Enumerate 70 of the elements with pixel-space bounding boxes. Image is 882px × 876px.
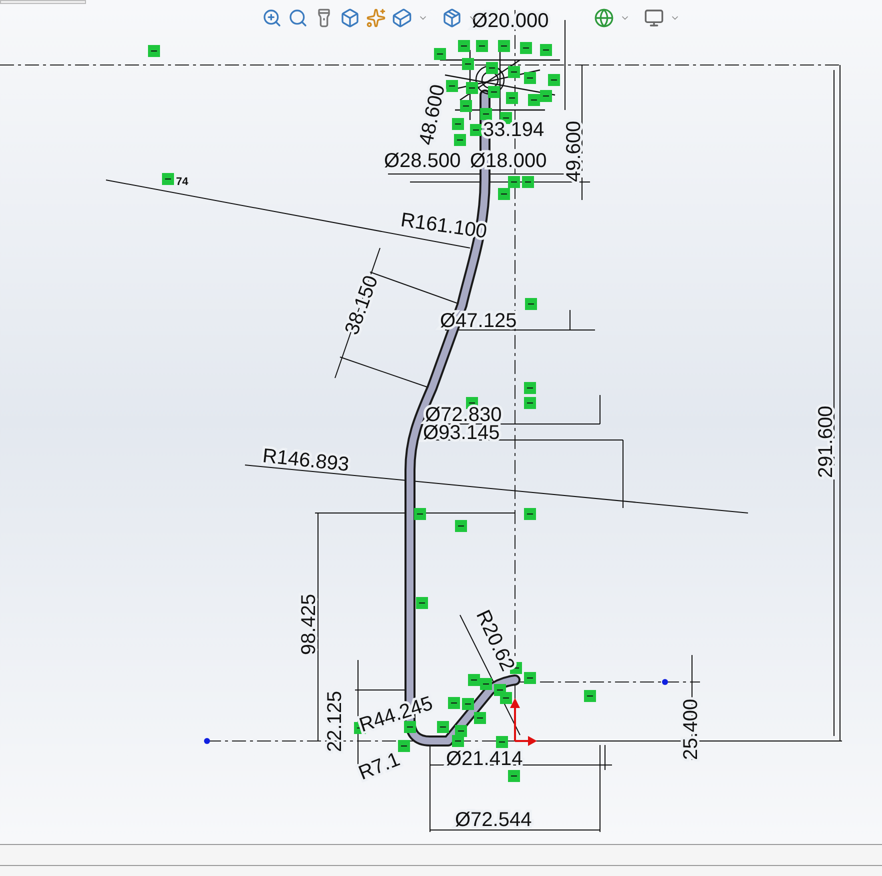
dimension-text[interactable]: 49.600 xyxy=(563,120,585,182)
constraint-icon[interactable] xyxy=(524,382,536,394)
constraint-icon[interactable] xyxy=(498,40,510,52)
constraint-icon[interactable] xyxy=(452,118,464,130)
dimension-text[interactable]: Ø20.000 xyxy=(472,10,549,32)
dimension-text[interactable]: R146.893 xyxy=(261,445,350,476)
constraint-icon[interactable] xyxy=(488,86,500,98)
point-label: 74 xyxy=(176,176,188,188)
constraint-icon[interactable] xyxy=(398,740,410,752)
sketch-point-icon[interactable] xyxy=(662,679,668,685)
constraint-icon[interactable] xyxy=(524,508,536,520)
dimension-text[interactable]: Ø28.500 xyxy=(384,150,461,172)
constraint-icon[interactable] xyxy=(525,298,537,310)
constraint-icon[interactable] xyxy=(584,690,596,702)
constraint-icon[interactable] xyxy=(480,678,492,690)
constraint-icon[interactable] xyxy=(437,721,449,733)
cube-icon[interactable] xyxy=(392,8,412,28)
constraint-icon[interactable] xyxy=(506,92,518,104)
constraint-icon[interactable] xyxy=(508,770,520,782)
constraint-icon[interactable] xyxy=(500,692,512,704)
constraint-icon[interactable] xyxy=(460,100,472,112)
constraint-icon[interactable] xyxy=(434,48,446,60)
dimension-text[interactable]: 22.125 xyxy=(324,690,346,752)
constraint-icon[interactable] xyxy=(524,397,536,409)
constraint-icon[interactable] xyxy=(452,735,464,747)
sketch-point-icon[interactable] xyxy=(204,738,210,744)
constraint-icon[interactable] xyxy=(446,80,458,92)
dimension-text[interactable]: R161.100 xyxy=(399,209,488,244)
globe-icon[interactable] xyxy=(594,8,614,28)
dimension-text[interactable]: 48.600 xyxy=(415,82,450,148)
constraint-icon[interactable] xyxy=(454,134,466,146)
sparkle-icon[interactable] xyxy=(366,8,386,28)
constraint-icon[interactable] xyxy=(414,508,426,520)
constraint-icon[interactable] xyxy=(498,188,510,200)
constraint-icon[interactable] xyxy=(474,712,486,724)
constraint-icon[interactable] xyxy=(520,42,532,54)
constraint-icon[interactable] xyxy=(496,736,508,748)
constraint-icon[interactable] xyxy=(540,44,552,56)
constraint-icon[interactable] xyxy=(448,697,460,709)
constraint-icon[interactable] xyxy=(468,674,480,686)
dimension-text[interactable]: 291.600 xyxy=(815,406,837,478)
constraint-icon[interactable] xyxy=(466,82,478,94)
zoom-icon[interactable] xyxy=(262,8,282,28)
constraint-icon[interactable] xyxy=(508,176,520,188)
constraint-icon[interactable] xyxy=(480,108,492,120)
constraint-icon[interactable] xyxy=(548,74,560,86)
constraint-icon[interactable] xyxy=(462,58,474,70)
constraint-icon[interactable] xyxy=(486,62,498,74)
dimension-text[interactable]: Ø72.544 xyxy=(455,809,532,831)
constraint-icon[interactable] xyxy=(162,173,174,185)
constraint-icon[interactable] xyxy=(508,66,520,78)
constraint-icon[interactable] xyxy=(522,176,534,188)
constraint-icon[interactable] xyxy=(404,721,416,733)
constraint-icon[interactable] xyxy=(148,45,160,57)
constraint-icon[interactable] xyxy=(476,40,488,52)
constraint-icon[interactable] xyxy=(455,520,467,532)
dimension-text[interactable]: 98.425 xyxy=(298,594,320,655)
constraint-icon[interactable] xyxy=(462,698,474,710)
constraint-icon[interactable] xyxy=(524,72,536,84)
monitor-icon[interactable] xyxy=(644,8,664,28)
constraint-icon[interactable] xyxy=(470,124,482,136)
constraint-icon[interactable] xyxy=(458,40,470,52)
constraint-icon[interactable] xyxy=(416,597,428,609)
zoom-area-icon[interactable] xyxy=(288,8,308,28)
constraint-icon[interactable] xyxy=(524,672,536,684)
dimension-text[interactable]: 38.150 xyxy=(341,272,383,338)
constraint-icon[interactable] xyxy=(528,94,540,106)
dimension-text[interactable]: R7.1 xyxy=(356,748,404,785)
axis-arrows-icon xyxy=(510,698,537,746)
constraint-icon[interactable] xyxy=(540,90,552,102)
